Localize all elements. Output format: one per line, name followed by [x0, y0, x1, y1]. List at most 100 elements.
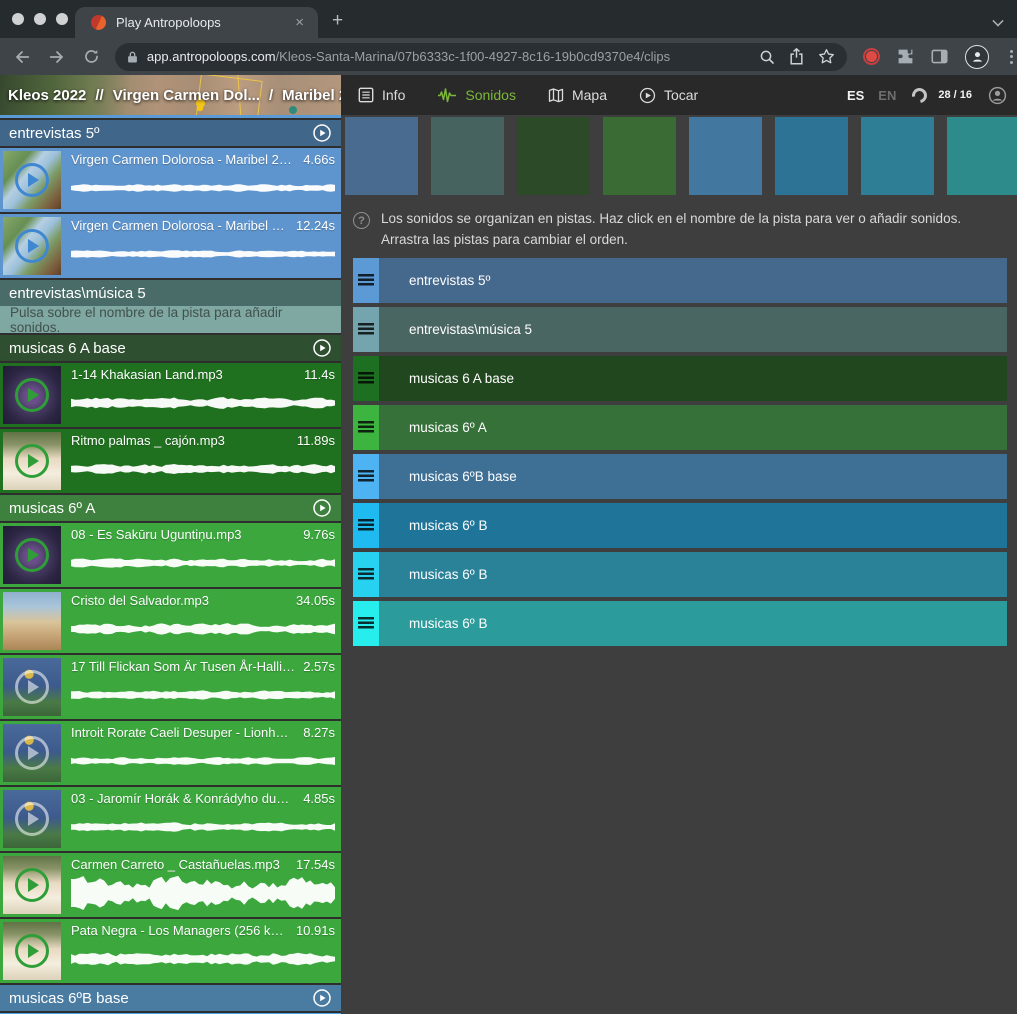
share-icon[interactable]	[789, 48, 804, 65]
drag-handle[interactable]	[353, 454, 379, 499]
clip-title-row: 08 - Es Sakūru Uguntiņu.mp39.76s	[71, 527, 338, 542]
track-name-area[interactable]: musicas 6º B	[379, 601, 1007, 646]
nav-tab-tocar[interactable]: Tocar	[639, 87, 698, 104]
clip-row[interactable]: Cristo del Salvador.mp334.05s	[0, 589, 341, 653]
color-swatch[interactable]	[431, 117, 504, 195]
forward-button[interactable]	[44, 44, 70, 70]
track-name: musicas 6ºB base	[409, 469, 517, 484]
breadcrumb-remix[interactable]: Virgen Carmen Dol...	[113, 87, 260, 104]
url-bar[interactable]: app.antropoloops.com/Kleos-Santa-Marina/…	[115, 43, 847, 71]
track-name-area[interactable]: musicas 6ºB base	[379, 454, 1007, 499]
track-section-header[interactable]: musicas 6ºB base	[0, 985, 341, 1011]
clip-thumbnail[interactable]	[3, 432, 61, 490]
panel-track-row[interactable]: musicas 6º B	[353, 503, 1007, 548]
color-swatch[interactable]	[861, 117, 934, 195]
drag-handle[interactable]	[353, 356, 379, 401]
panel-track-row[interactable]: musicas 6ºB base	[353, 454, 1007, 499]
window-minimize-button[interactable]	[34, 13, 46, 25]
tab-close-icon[interactable]: ×	[291, 13, 308, 32]
extensions-puzzle-icon[interactable]	[897, 48, 914, 65]
breadcrumb-item[interactable]: Maribel 2...	[282, 87, 341, 104]
side-panel-icon[interactable]	[931, 48, 948, 65]
profile-avatar[interactable]	[965, 45, 989, 69]
color-swatch[interactable]	[947, 117, 1017, 195]
clip-thumbnail[interactable]	[3, 790, 61, 848]
clip-row[interactable]: 17 Till Flickan Som Är Tusen År-Halling …	[0, 655, 341, 719]
clip-thumbnail[interactable]	[3, 366, 61, 424]
track-name-area[interactable]: musicas 6º B	[379, 503, 1007, 548]
clip-thumbnail[interactable]	[3, 592, 61, 650]
browser-tab[interactable]: Play Antropoloops ×	[75, 7, 318, 38]
clip-row[interactable]: Pata Negra - Los Managers (256 kbps).mp3…	[0, 919, 341, 983]
window-close-button[interactable]	[12, 13, 24, 25]
lang-en-button[interactable]: EN	[878, 88, 896, 103]
track-play-icon[interactable]	[312, 988, 332, 1008]
color-swatch[interactable]	[517, 117, 590, 195]
drag-handle[interactable]	[353, 405, 379, 450]
track-name-area[interactable]: entrevistas\música 5	[379, 307, 1007, 352]
drag-handle[interactable]	[353, 307, 379, 352]
clip-thumbnail[interactable]	[3, 724, 61, 782]
drag-handle[interactable]	[353, 503, 379, 548]
window-controls[interactable]	[12, 13, 68, 25]
waveform-icon	[437, 88, 457, 103]
clip-thumbnail[interactable]	[3, 856, 61, 914]
track-play-icon[interactable]	[312, 123, 332, 143]
track-section-header[interactable]: entrevistas 5º	[0, 120, 341, 146]
panel-track-row[interactable]: entrevistas\música 5	[353, 307, 1007, 352]
clip-thumbnail[interactable]	[3, 151, 61, 209]
color-swatch[interactable]	[345, 117, 418, 195]
track-name-area[interactable]: musicas 6 A base	[379, 356, 1007, 401]
clip-row[interactable]: Virgen Carmen Dolorosa - Maribel 2.mp312…	[0, 214, 341, 278]
drag-handle[interactable]	[353, 601, 379, 646]
clip-thumbnail[interactable]	[3, 658, 61, 716]
track-section-header[interactable]: musicas 6 A base	[0, 335, 341, 361]
tab-search-chevron-icon[interactable]	[992, 15, 1003, 26]
clip-row[interactable]: 03 - Jaromír Horák & Konrádyho dudácká .…	[0, 787, 341, 851]
color-swatch[interactable]	[689, 117, 762, 195]
reload-button[interactable]	[79, 44, 105, 70]
panel-track-row[interactable]: musicas 6º B	[353, 552, 1007, 597]
clip-row[interactable]: 1-14 Khakasian Land.mp311.4s	[0, 363, 341, 427]
account-icon[interactable]	[988, 86, 1007, 105]
track-play-icon[interactable]	[312, 338, 332, 358]
nav-tab-mapa[interactable]: Mapa	[548, 87, 607, 103]
color-swatch[interactable]	[775, 117, 848, 195]
clip-thumbnail[interactable]	[3, 217, 61, 275]
panel-track-row[interactable]: musicas 6º A	[353, 405, 1007, 450]
nav-tab-sonidos[interactable]: Sonidos	[437, 87, 516, 103]
breadcrumb-project[interactable]: Kleos 2022	[8, 87, 86, 104]
back-button[interactable]	[9, 44, 35, 70]
nav-tab-info[interactable]: Info	[358, 87, 405, 103]
clip-row[interactable]: Ritmo palmas _ cajón.mp311.89s	[0, 429, 341, 493]
track-section-header[interactable]: entrevistas\música 5	[0, 280, 341, 306]
clip-thumbnail[interactable]	[3, 922, 61, 980]
clip-info: Carmen Carreto _ Castañuelas.mp317.54s	[71, 856, 338, 914]
track-section-header[interactable]: musicas 6º A	[0, 495, 341, 521]
drag-handle[interactable]	[353, 552, 379, 597]
panel-track-row[interactable]: musicas 6º B	[353, 601, 1007, 646]
panel-track-row[interactable]: musicas 6 A base	[353, 356, 1007, 401]
clip-title-row: Virgen Carmen Dolorosa - Maribel 2.mp34.…	[71, 152, 338, 167]
clip-thumbnail[interactable]	[3, 526, 61, 584]
clip-row[interactable]: 08 - Es Sakūru Uguntiņu.mp39.76s	[0, 523, 341, 587]
clip-row[interactable]: Introit Rorate Caeli Desuper - Lionheart…	[0, 721, 341, 785]
drag-handle[interactable]	[353, 258, 379, 303]
track-name-area[interactable]: musicas 6º B	[379, 552, 1007, 597]
clip-row[interactable]: Carmen Carreto _ Castañuelas.mp317.54s	[0, 853, 341, 917]
breadcrumb[interactable]: Kleos 2022 // Virgen Carmen Dol... / Mar…	[0, 75, 341, 115]
lang-es-button[interactable]: ES	[847, 88, 864, 103]
panel-track-row[interactable]: entrevistas 5º	[353, 258, 1007, 303]
track-name-area[interactable]: entrevistas 5º	[379, 258, 1007, 303]
bookmark-star-icon[interactable]	[818, 48, 835, 65]
window-zoom-button[interactable]	[56, 13, 68, 25]
clip-row[interactable]: Virgen Carmen Dolorosa - Maribel 2.mp34.…	[0, 148, 341, 212]
color-swatch[interactable]	[603, 117, 676, 195]
browser-menu-icon[interactable]	[1006, 48, 1017, 66]
track-name-area[interactable]: musicas 6º A	[379, 405, 1007, 450]
zoom-page-icon[interactable]	[759, 49, 775, 65]
record-extension-icon[interactable]	[863, 48, 880, 65]
map-thumbnail-banner[interactable]: Kleos 2022 // Virgen Carmen Dol... / Mar…	[0, 75, 341, 115]
track-play-icon[interactable]	[312, 498, 332, 518]
new-tab-button[interactable]: +	[332, 11, 343, 30]
